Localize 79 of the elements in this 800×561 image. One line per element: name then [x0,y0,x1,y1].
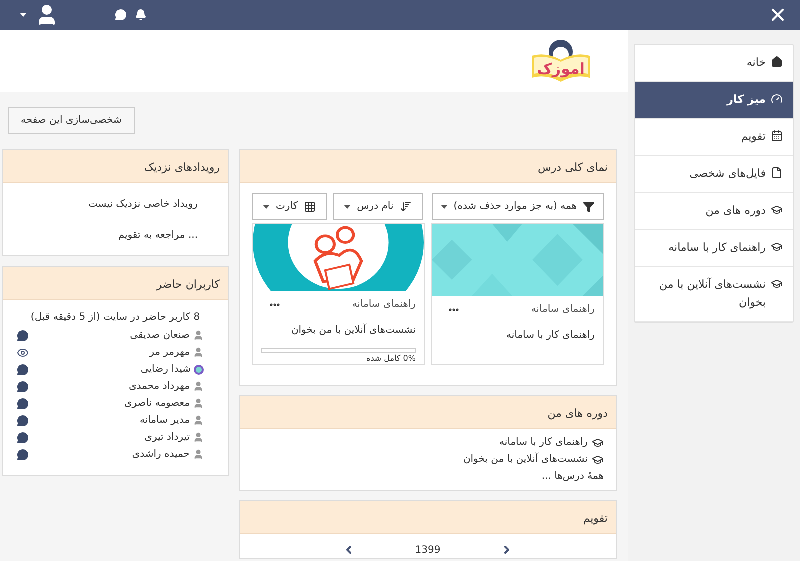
nav-label: فایل‌های شخصی [690,166,766,182]
block-title: تقویم [583,512,608,525]
user-name[interactable]: مهرداد محمدی [128,379,190,394]
customize-button[interactable]: شخصی‌سازی این صفحه [8,107,135,134]
course-category: راهنمای سامانه [531,303,595,317]
user-icon [193,432,204,443]
grid-icon [304,200,316,212]
avatar-icon [194,364,204,374]
caret-icon[interactable] [20,13,27,17]
user-icon [193,449,204,460]
user-icon [193,347,204,358]
nav-label: دوره های من [706,203,766,219]
nav-item[interactable]: راهنمای کار با سامانه [635,230,793,267]
block-title: دوره های من [548,407,608,420]
caret-icon [263,204,270,208]
nav-item[interactable]: میز کار [635,82,793,119]
file-icon [771,167,783,179]
course-title[interactable]: نشست‌های آنلاین با من بخوان [291,325,416,336]
caret-icon [440,204,448,208]
message-icon[interactable] [17,432,29,444]
course-card[interactable]: راهنمای سامانه راهنمای کار با سامانه [431,223,604,365]
user-name[interactable]: حمیده راشدی [132,447,190,462]
user-name[interactable]: تیرداد تیری [144,430,190,445]
graduation-cap-icon [771,204,783,216]
nav-item[interactable]: فایل‌های شخصی [635,156,793,193]
caret-icon [344,204,352,208]
course-category: راهنمای سامانه [352,298,416,312]
message-icon[interactable] [17,364,29,376]
logo-text: اموزک [536,59,586,80]
user-name[interactable]: مهرمر مر [150,345,190,360]
nav-label: میز کار [727,92,766,108]
filter-dropdown[interactable]: همه (به جز موارد حذف شده) [432,193,604,220]
nav-item[interactable]: دوره های من [635,193,793,230]
filter-icon [583,200,595,212]
all-courses-link[interactable]: همهٔ درس‌ها ... [252,469,604,484]
calendar-year: 1399 [415,544,441,558]
message-icon[interactable] [17,414,29,426]
course-card[interactable]: راهنمای سامانه نشست‌های آنلاین با من بخوان 0% کامل شده [252,223,425,365]
nav-item[interactable]: نشست‌های آنلاین با من بخوان [635,267,793,322]
user-name[interactable]: مدیر سامانه [140,413,190,428]
user-icon [193,398,204,409]
course-link[interactable]: نشست‌های آنلاین با من بخوان [252,452,604,467]
progress-text: 0% کامل شده [366,354,416,364]
graduation-cap-icon [771,241,783,253]
user-name[interactable]: شیدا رضایی [140,362,191,377]
graduation-cap-icon [771,278,783,290]
block-title: رویدادهای نزدیک [144,161,220,174]
message-icon[interactable] [17,380,29,392]
course-link[interactable]: راهنمای کار با سامانه [252,435,604,450]
home-icon [771,56,783,68]
user-icon [193,415,204,426]
message-icon[interactable] [17,330,29,342]
user-name[interactable]: معصومه ناصری [124,396,190,411]
nav-label: راهنمای کار با سامانه [668,240,766,256]
block-title: نمای کلی درس [538,161,608,174]
user-icon [193,330,204,341]
block-title: کاربران حاضر [156,278,220,291]
gauge-icon [771,93,783,105]
filter-dropdown[interactable]: کارت [252,193,328,220]
nav-label: نشست‌های آنلاین با من بخوان [658,276,766,311]
nav-label: خانه [746,55,766,71]
nav-label: تقویم [741,129,766,145]
online-summary: 8 کاربر حاضر در سایت (از 5 دقیقه قبل) [30,311,202,325]
message-icon[interactable] [17,448,29,460]
eye-icon[interactable] [17,346,29,358]
graduation-cap-icon [592,436,604,448]
user-icon [193,381,204,392]
calendar-link[interactable]: ... مراجعه به تقویم [33,228,198,243]
nav-item[interactable]: تقویم [635,119,793,156]
user-name[interactable]: صنعان صدیقی [130,328,190,343]
graduation-cap-icon [592,454,604,466]
calendar-icon [771,130,783,142]
course-title[interactable]: راهنمای کار با سامانه [506,330,595,341]
sort-icon [400,200,412,212]
logo-icon [530,38,592,84]
message-icon[interactable] [17,398,29,410]
filter-dropdown[interactable]: نام درس [333,193,423,220]
empty-message: رویداد خاصی نزدیک نیست [87,198,198,212]
bell-icon[interactable] [135,9,147,21]
